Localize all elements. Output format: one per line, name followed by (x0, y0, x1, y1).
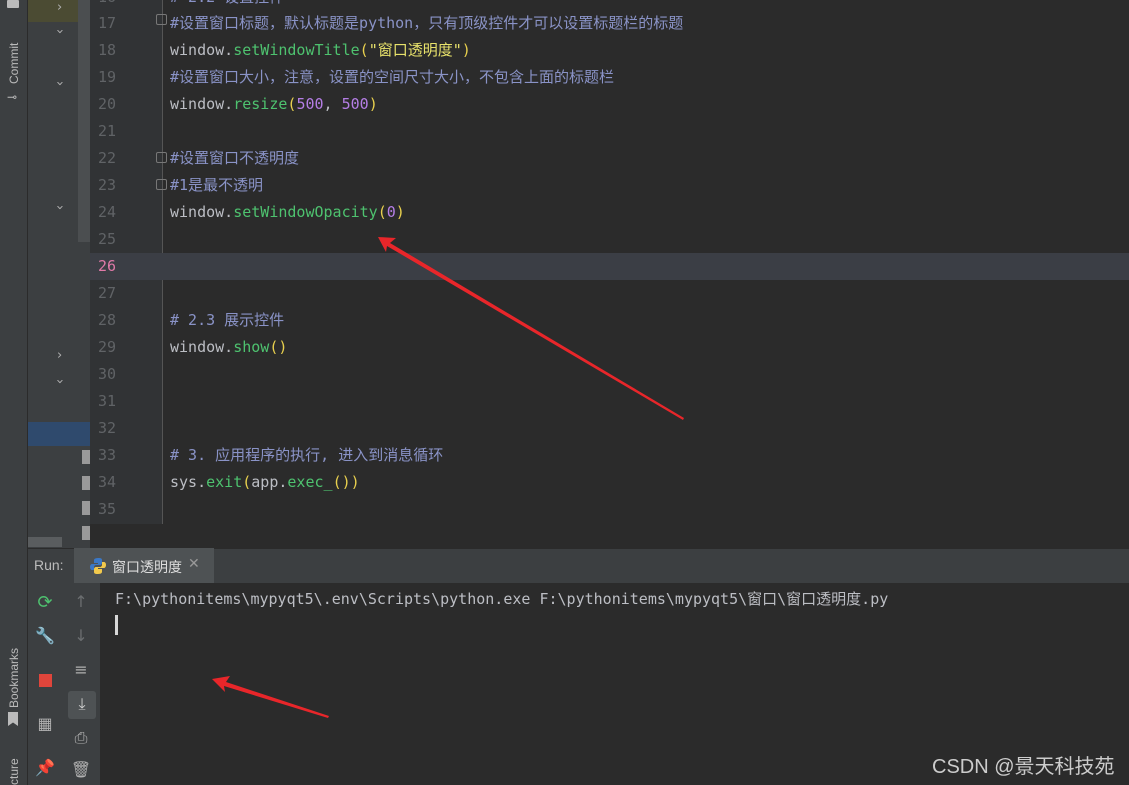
watermark: CSDN @景天科技苑 (932, 756, 1115, 778)
annotation-arrows (212, 237, 684, 718)
annotation-arrow-editor (378, 237, 684, 420)
annotation-arrow-console (212, 676, 329, 718)
